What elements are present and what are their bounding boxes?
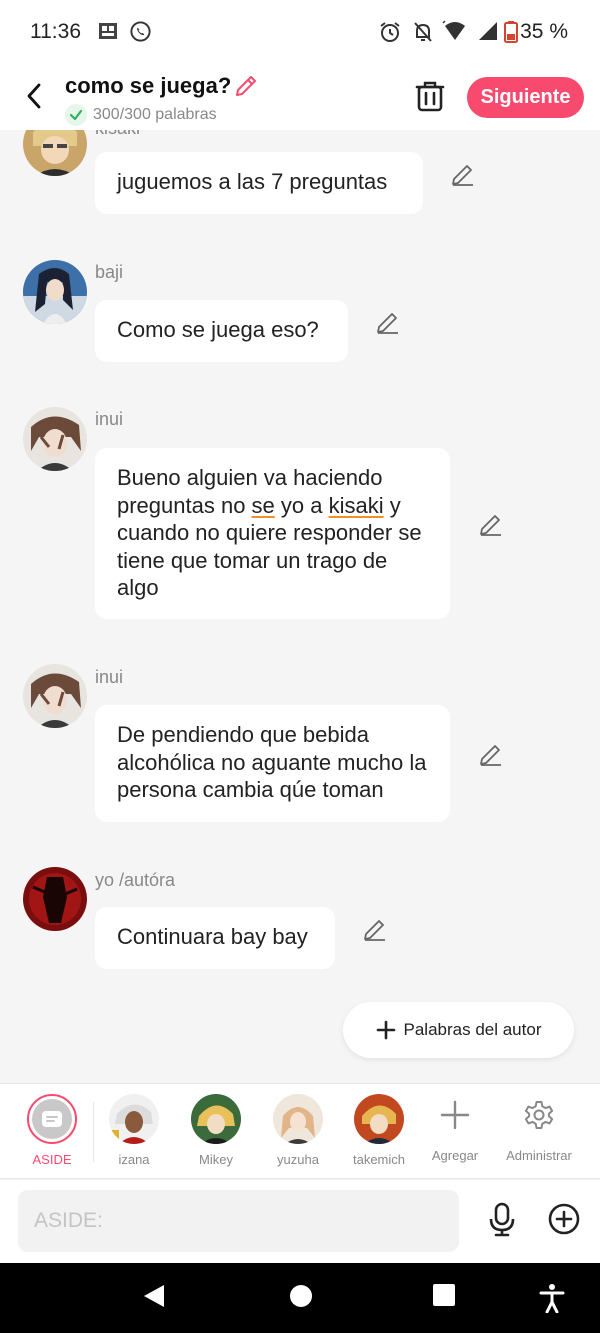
plus-icon [440, 1100, 470, 1130]
plus-circle-icon [548, 1203, 580, 1235]
message-author: inui [95, 667, 124, 687]
character-label: yuzuha [277, 1152, 319, 1167]
avatar-author[interactable] [23, 867, 87, 931]
character-yuzuha[interactable]: yuzuha [262, 1094, 334, 1167]
back-triangle-icon [144, 1285, 164, 1307]
edit-title-icon[interactable] [233, 73, 259, 104]
character-mikey[interactable]: Mikey [180, 1094, 252, 1167]
message-author: kisaki [95, 130, 140, 139]
author-words-button[interactable]: Palabras del autor [343, 1002, 574, 1058]
message-text: Bueno alguien va haciendo preguntas no s… [117, 465, 422, 600]
microphone-button[interactable] [486, 1202, 518, 1243]
message-bubble[interactable]: Como se juega eso? [95, 300, 348, 362]
notifications-off-icon [412, 20, 434, 49]
add-character-button[interactable]: Agregar [419, 1094, 491, 1163]
edit-message-icon[interactable] [478, 742, 504, 773]
recents-nav-button[interactable] [432, 1283, 456, 1312]
page-title: como se juega? [65, 73, 232, 98]
signal-icon [477, 20, 499, 49]
message-bubble[interactable]: De pendiendo que bebida alcohólica no ag… [95, 705, 450, 822]
message-bubble[interactable]: juguemos a las 7 preguntas [95, 152, 423, 214]
character-label: Mikey [199, 1152, 233, 1167]
message-text: Como se juega eso? [117, 317, 319, 342]
avatar [109, 1094, 159, 1144]
system-navigation-bar [0, 1263, 600, 1333]
home-nav-button[interactable] [288, 1283, 314, 1314]
wifi-icon [442, 20, 468, 49]
accessibility-button[interactable] [538, 1283, 566, 1318]
trash-icon [415, 81, 445, 112]
home-circle-icon [290, 1285, 312, 1307]
microphone-icon [489, 1202, 515, 1237]
avatar-baji[interactable] [23, 260, 87, 324]
alarm-icon [378, 20, 402, 49]
divider [93, 1102, 94, 1162]
character-bar: ASIDE izana Mikey yuzuha takemich Agrega… [0, 1083, 600, 1179]
message-bubble[interactable]: Bueno alguien va haciendo preguntas no s… [95, 448, 450, 619]
edit-message-icon[interactable] [450, 162, 476, 193]
message-author: inui [95, 409, 124, 429]
battery-icon [504, 20, 518, 49]
avatar-inui[interactable] [23, 407, 87, 471]
accessibility-icon [539, 1284, 565, 1314]
whatsapp-icon [129, 20, 152, 48]
message-text: Continuara bay bay [117, 924, 308, 949]
edit-message-icon[interactable] [478, 512, 504, 543]
word-count-text: 300/300 palabras [93, 106, 217, 123]
back-nav-button[interactable] [142, 1283, 166, 1314]
message-author: yo /autóra [95, 870, 176, 890]
message-text: juguemos a las 7 preguntas [117, 169, 388, 194]
story-header: como se juega? 300/300 palabras Siguient… [0, 64, 600, 130]
recents-square-icon [433, 1284, 455, 1306]
avatar [354, 1094, 404, 1144]
avatar [191, 1094, 241, 1144]
composer [0, 1180, 600, 1263]
manage-characters-button[interactable]: Administrar [499, 1094, 579, 1163]
aside-chat-icon [42, 1111, 62, 1127]
battery-percentage: 35 % [520, 20, 568, 43]
character-label: izana [118, 1152, 150, 1167]
word-count: 300/300 palabras [65, 104, 217, 126]
character-label: Agregar [431, 1148, 479, 1163]
character-aside[interactable]: ASIDE [16, 1094, 88, 1167]
edit-message-icon[interactable] [362, 917, 388, 948]
edit-message-icon[interactable] [375, 310, 401, 341]
character-izana[interactable]: izana [98, 1094, 170, 1167]
chevron-left-icon [27, 83, 41, 109]
status-time: 11:36 [30, 20, 81, 43]
avatar-inui[interactable] [23, 664, 87, 728]
check-icon [65, 104, 87, 126]
attach-button[interactable] [547, 1202, 581, 1241]
avatar [273, 1094, 323, 1144]
message-bubble[interactable]: Continuara bay bay [95, 907, 335, 969]
message-author: baji [95, 262, 124, 282]
message-text: De pendiendo que bebida alcohólica no ag… [117, 722, 427, 802]
character-label: takemich [352, 1152, 406, 1167]
character-label: ASIDE [32, 1152, 72, 1167]
character-label: Administrar [506, 1148, 572, 1163]
plus-icon [376, 1020, 395, 1040]
back-button[interactable] [18, 78, 50, 114]
author-words-label: Palabras del autor [403, 1020, 542, 1039]
next-button[interactable]: Siguiente [467, 77, 584, 118]
chat-area[interactable]: kisaki juguemos a las 7 preguntas baji C… [0, 130, 600, 1083]
delete-button[interactable] [414, 80, 446, 119]
status-bar: 11:36 35 % [0, 0, 600, 64]
gallery-notification-icon [97, 20, 119, 47]
character-takemich[interactable]: takemich [343, 1094, 415, 1167]
message-input[interactable] [18, 1190, 459, 1252]
gear-icon [524, 1101, 554, 1129]
avatar-kisaki[interactable] [23, 130, 87, 176]
